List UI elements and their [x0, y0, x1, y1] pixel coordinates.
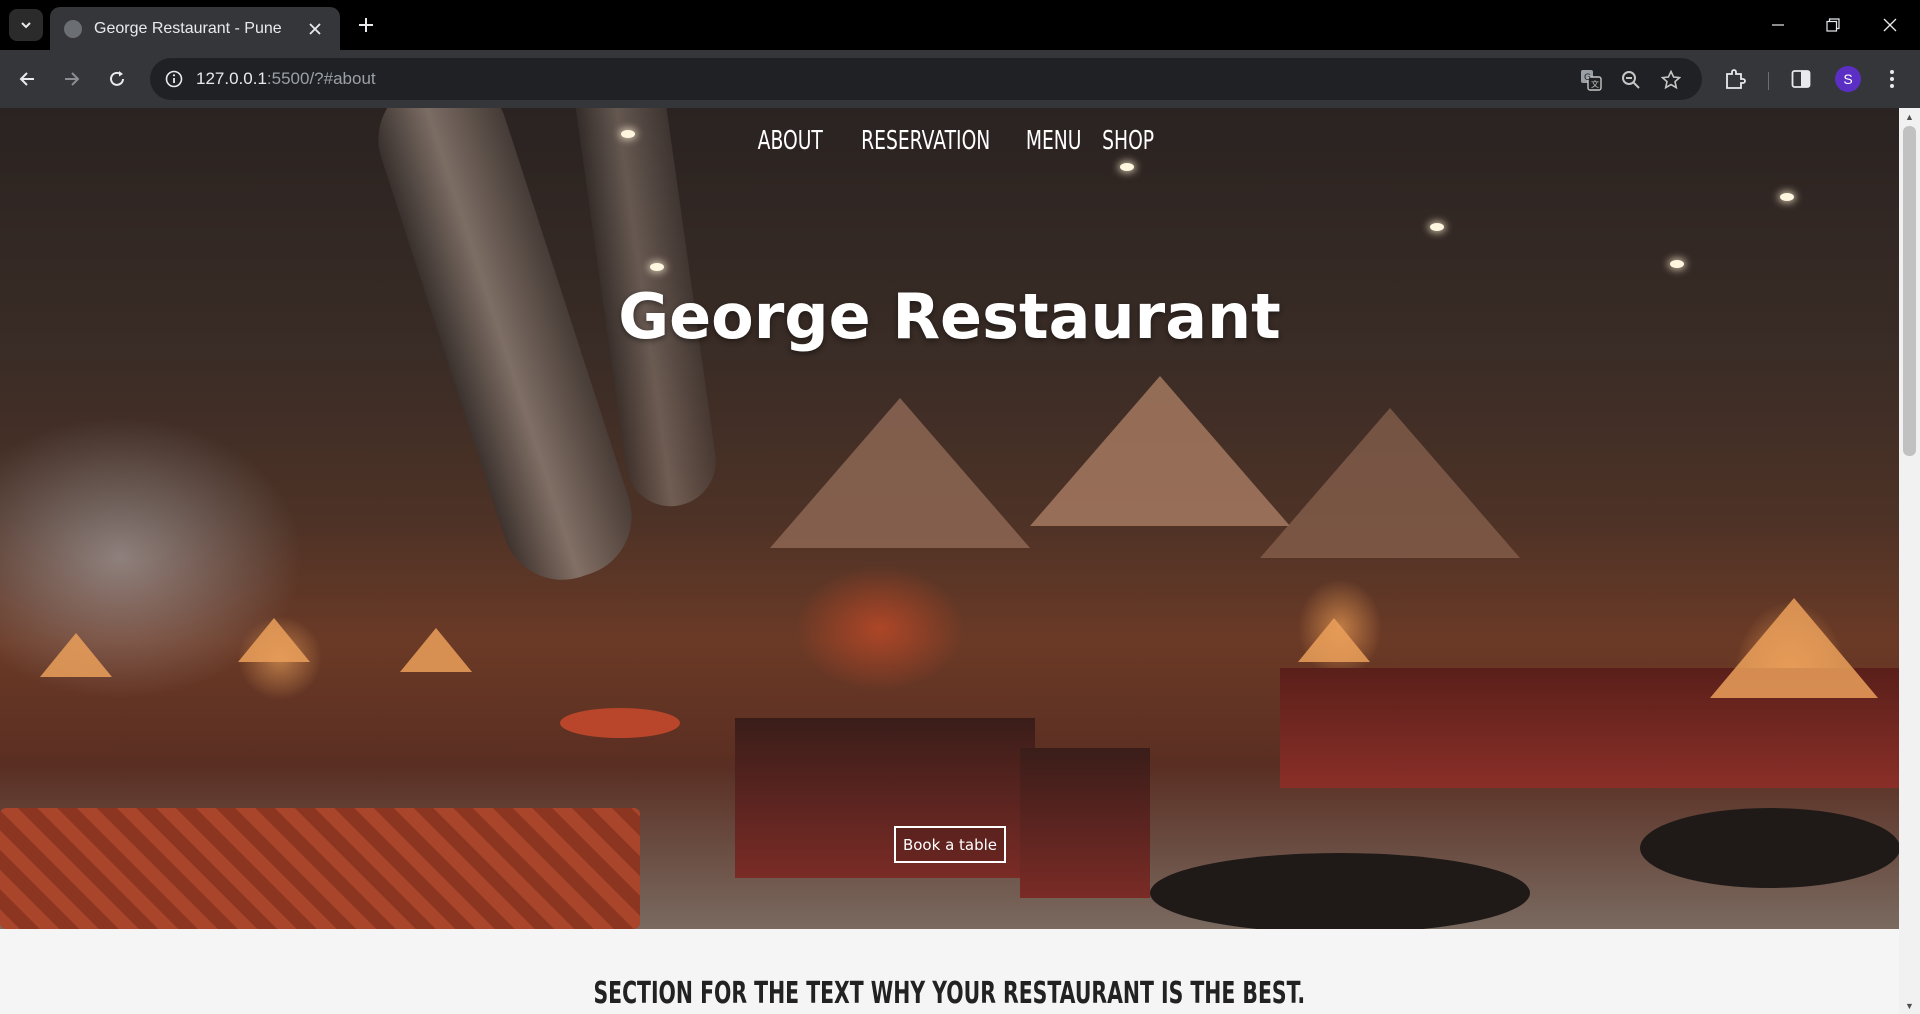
- browser-tab[interactable]: George Restaurant - Pune: [50, 7, 340, 50]
- forward-button[interactable]: [55, 62, 89, 96]
- minimize-icon: [1772, 24, 1784, 26]
- tab-title: George Restaurant - Pune: [94, 19, 282, 37]
- side-panel-button[interactable]: [1784, 62, 1818, 96]
- ceiling-light: [1780, 193, 1794, 201]
- translate-icon: G文: [1581, 70, 1602, 91]
- main-nav: ABOUT RESERVATION MENU SHOP: [745, 126, 1155, 156]
- zoom-out-icon: [1622, 71, 1640, 89]
- zoom-button[interactable]: [1618, 67, 1644, 93]
- pendant-lamp: [238, 618, 310, 662]
- puzzle-icon: [1726, 69, 1746, 89]
- pendant-lamp: [40, 633, 112, 677]
- ceiling-light: [1120, 163, 1134, 171]
- page-viewport: ABOUT RESERVATION MENU SHOP George Resta…: [0, 108, 1920, 1014]
- leather-booth: [0, 808, 640, 929]
- plus-icon: [359, 18, 373, 32]
- globe-icon: [64, 19, 82, 38]
- chevron-down-icon: [21, 22, 31, 29]
- extensions-button[interactable]: [1718, 62, 1752, 96]
- nav-link-about[interactable]: ABOUT: [758, 126, 823, 156]
- nav-link-reservation[interactable]: RESERVATION: [861, 126, 990, 156]
- kitchen-hood: [1030, 376, 1290, 526]
- url-host: 127.0.0.1: [196, 69, 267, 88]
- ceiling-light: [650, 263, 664, 271]
- bookmark-button[interactable]: [1658, 67, 1684, 93]
- arrow-left-icon: [19, 72, 34, 86]
- address-bar[interactable]: 127.0.0.1:5500/?#about G文: [150, 58, 1702, 100]
- reload-button[interactable]: [100, 62, 134, 96]
- kebab-menu-icon: [1890, 70, 1894, 88]
- close-window-button[interactable]: [1860, 0, 1920, 50]
- url-path: :5500/?#about: [266, 69, 376, 88]
- star-icon: [1661, 70, 1681, 90]
- arrow-right-icon: [65, 72, 80, 86]
- kitchen-hood: [770, 398, 1030, 548]
- pendant-lamp: [1710, 598, 1878, 698]
- url-text: 127.0.0.1:5500/?#about: [196, 69, 376, 89]
- close-tab-button[interactable]: [304, 18, 326, 40]
- scrollbar-thumb[interactable]: [1903, 126, 1916, 456]
- bar-counter: [1020, 748, 1150, 898]
- nav-link-menu[interactable]: MENU: [1026, 126, 1082, 156]
- minimize-button[interactable]: [1748, 0, 1808, 50]
- restore-icon: [1826, 18, 1840, 32]
- ceiling-light: [621, 130, 635, 138]
- dining-table: [560, 708, 680, 738]
- hero-title: George Restaurant: [618, 280, 1281, 353]
- hero-section: ABOUT RESERVATION MENU SHOP George Resta…: [0, 108, 1899, 929]
- profile-avatar[interactable]: S: [1835, 66, 1861, 92]
- svg-text:文: 文: [1591, 79, 1599, 89]
- page-scrollbar[interactable]: ▲ ▼: [1899, 108, 1920, 1014]
- ceiling-light: [1670, 260, 1684, 268]
- toolbar-divider: [1768, 72, 1769, 90]
- restore-button[interactable]: [1803, 0, 1863, 50]
- info-icon: [165, 70, 183, 88]
- nav-link-shop[interactable]: SHOP: [1102, 126, 1154, 156]
- dining-table: [1150, 853, 1530, 929]
- pendant-lamp: [1298, 618, 1370, 662]
- site-info-button[interactable]: [162, 67, 186, 91]
- browser-menu-button[interactable]: [1875, 62, 1909, 96]
- close-icon: [309, 22, 321, 35]
- ceiling-light: [1430, 223, 1444, 231]
- tab-search-button[interactable]: [9, 9, 43, 41]
- section-heading: SECTION FOR THE TEXT WHY YOUR RESTAURANT…: [0, 976, 1899, 1011]
- svg-text:G: G: [1584, 73, 1591, 83]
- pendant-lamp: [400, 628, 472, 672]
- browser-toolbar: 127.0.0.1:5500/?#about G文: [0, 50, 1920, 108]
- side-panel-icon: [1791, 70, 1811, 88]
- new-tab-button[interactable]: [352, 11, 380, 39]
- close-icon: [1883, 18, 1897, 32]
- dining-table: [1640, 808, 1899, 888]
- reload-icon: [110, 71, 124, 86]
- scroll-up-arrow[interactable]: ▲: [1899, 108, 1920, 125]
- book-table-button[interactable]: Book a table: [894, 826, 1006, 863]
- section-heading-text: SECTION FOR THE TEXT WHY YOUR RESTAURANT…: [593, 976, 1306, 1011]
- scroll-down-arrow[interactable]: ▼: [1899, 997, 1920, 1014]
- kitchen-hood: [1260, 408, 1520, 558]
- browser-tab-bar: George Restaurant - Pune: [0, 0, 1920, 50]
- translate-button[interactable]: G文: [1578, 67, 1604, 93]
- back-button[interactable]: [10, 62, 44, 96]
